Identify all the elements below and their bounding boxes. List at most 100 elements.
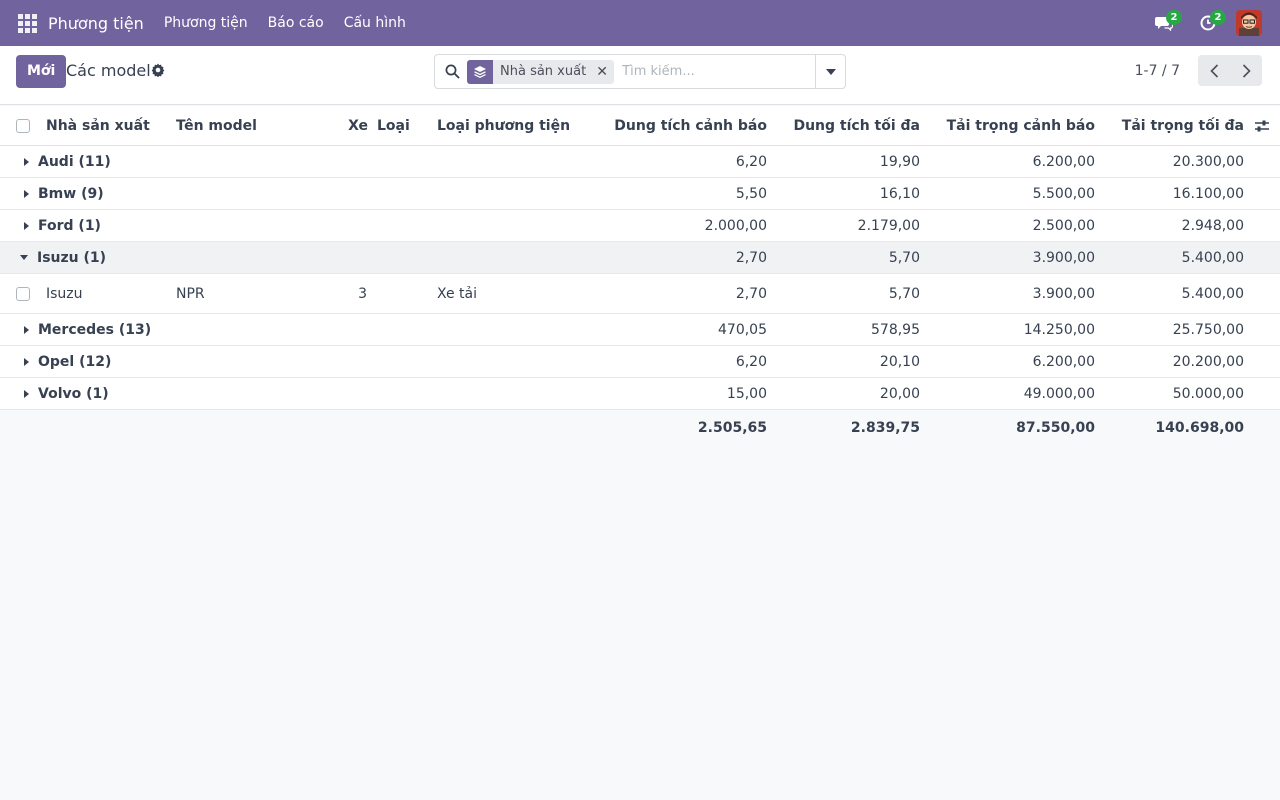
column-header-vehicles[interactable]: Xe: [330, 106, 368, 145]
group-max-capacity: 20,10: [879, 353, 920, 370]
caret-right-icon: [24, 157, 29, 166]
group-row-ford[interactable]: Ford (1) 2.000,00 2.179,00 2.500,00 2.94…: [0, 210, 1280, 242]
group-warning-load: 5.500,00: [1032, 185, 1095, 202]
cell-max-load: 5.400,00: [1181, 285, 1244, 302]
top-navbar: Phương tiện Phương tiện Báo cáo Cấu hình…: [0, 0, 1280, 46]
group-warning-load: 49.000,00: [1023, 385, 1095, 402]
caret-down-icon: [825, 68, 836, 75]
menu-vehicles[interactable]: Phương tiện: [164, 15, 248, 31]
caret-right-icon: [24, 389, 29, 398]
group-label: Opel (12): [38, 353, 112, 370]
group-row-audi[interactable]: Audi (11) 6,20 19,90 6.200,00 20.300,00: [0, 146, 1280, 178]
total-warning-load: 87.550,00: [1016, 420, 1095, 436]
group-warning-capacity: 6,20: [735, 353, 767, 370]
messages-badge: 2: [1166, 10, 1182, 25]
apps-menu-icon[interactable]: [0, 0, 54, 46]
column-header-type[interactable]: Loại: [377, 106, 410, 145]
group-label: Bmw (9): [38, 185, 104, 202]
caret-right-icon: [24, 357, 29, 366]
group-max-load: 16.100,00: [1172, 185, 1244, 202]
group-warning-capacity: 2.000,00: [704, 217, 767, 234]
group-row-volvo[interactable]: Volvo (1) 15,00 20,00 49.000,00 50.000,0…: [0, 378, 1280, 410]
search-options-toggle[interactable]: [815, 55, 845, 88]
pager-value[interactable]: 1-7 / 7: [1135, 63, 1180, 79]
gear-icon[interactable]: [151, 63, 165, 81]
group-warning-load: 14.250,00: [1023, 321, 1095, 338]
group-max-load: 20.300,00: [1172, 153, 1244, 170]
cell-vehicle-type: Xe tải: [437, 285, 477, 302]
layers-icon: [467, 59, 493, 84]
column-header-warning-load[interactable]: Tải trọng cảnh báo: [930, 106, 1095, 145]
messages-button[interactable]: 2: [1142, 0, 1186, 46]
group-max-capacity: 2.179,00: [857, 217, 920, 234]
group-warning-capacity: 6,20: [735, 153, 767, 170]
control-panel: Mới Các model Nhà sản xuất ✕ Tìm kiếm...…: [0, 46, 1280, 105]
pager-previous-button[interactable]: [1198, 55, 1230, 86]
new-button[interactable]: Mới: [16, 55, 67, 88]
group-label: Isuzu (1): [37, 249, 107, 266]
group-label: Audi (11): [38, 153, 111, 170]
column-header-model-name[interactable]: Tên model: [176, 106, 257, 145]
group-row-isuzu[interactable]: Isuzu (1) 2,70 5,70 3.900,00 5.400,00: [0, 242, 1280, 274]
group-max-load: 2.948,00: [1181, 217, 1244, 234]
group-warning-capacity: 5,50: [735, 185, 767, 202]
cell-vehicles: 3: [358, 285, 367, 302]
table-header: Nhà sản xuất Tên model Xe Loại Loại phươ…: [0, 106, 1280, 146]
group-warning-load: 3.900,00: [1032, 249, 1095, 266]
totals-row: 2.505,65 2.839,75 87.550,00 140.698,00: [0, 410, 1280, 446]
group-label: Ford (1): [38, 217, 101, 234]
chevron-right-icon: [1242, 63, 1251, 78]
group-warning-capacity: 2,70: [735, 249, 767, 266]
search-box: Nhà sản xuất ✕: [434, 54, 846, 89]
group-row-opel[interactable]: Opel (12) 6,20 20,10 6.200,00 20.200,00: [0, 346, 1280, 378]
group-warning-load: 6.200,00: [1032, 353, 1095, 370]
cell-model-name: NPR: [176, 285, 205, 302]
group-max-load: 50.000,00: [1172, 385, 1244, 402]
chevron-left-icon: [1209, 63, 1218, 78]
group-max-load: 20.200,00: [1172, 353, 1244, 370]
group-max-load: 25.750,00: [1172, 321, 1244, 338]
list-view-table: Nhà sản xuất Tên model Xe Loại Loại phươ…: [0, 106, 1280, 446]
caret-right-icon: [24, 221, 29, 230]
column-header-manufacturer[interactable]: Nhà sản xuất: [46, 106, 150, 145]
facet-label: Nhà sản xuất: [500, 64, 587, 79]
group-row-bmw[interactable]: Bmw (9) 5,50 16,10 5.500,00 16.100,00: [0, 178, 1280, 210]
column-header-max-capacity[interactable]: Dung tích tối đa: [790, 106, 920, 145]
group-row-mercedes[interactable]: Mercedes (13) 470,05 578,95 14.250,00 25…: [0, 314, 1280, 346]
activities-badge: 2: [1210, 10, 1226, 25]
column-header-warning-capacity[interactable]: Dung tích cảnh báo: [610, 106, 767, 145]
activities-button[interactable]: 2: [1186, 0, 1230, 46]
remove-facet-icon[interactable]: ✕: [594, 64, 614, 80]
search-input[interactable]: [622, 64, 823, 79]
group-max-capacity: 19,90: [879, 153, 920, 170]
group-max-load: 5.400,00: [1181, 249, 1244, 266]
cell-manufacturer: Isuzu: [46, 285, 83, 302]
group-warning-load: 2.500,00: [1032, 217, 1095, 234]
pager-next-button[interactable]: [1230, 55, 1262, 86]
search-icon[interactable]: [435, 55, 469, 88]
cell-warning-capacity: 2,70: [735, 285, 767, 302]
group-warning-capacity: 470,05: [718, 321, 767, 338]
cell-max-capacity: 5,70: [888, 285, 920, 302]
menu-configuration[interactable]: Cấu hình: [344, 15, 406, 31]
user-avatar[interactable]: [1236, 10, 1262, 36]
column-header-vehicle-type[interactable]: Loại phương tiện: [437, 106, 570, 145]
optional-columns-icon[interactable]: [1254, 106, 1270, 145]
caret-right-icon: [24, 325, 29, 334]
total-max-load: 140.698,00: [1155, 420, 1244, 436]
breadcrumb: Các model: [66, 61, 151, 80]
caret-right-icon: [24, 189, 29, 198]
menu-reports[interactable]: Báo cáo: [268, 15, 324, 31]
group-label: Mercedes (13): [38, 321, 152, 338]
group-max-capacity: 16,10: [879, 185, 920, 202]
group-max-capacity: 5,70: [888, 249, 920, 266]
total-max-capacity: 2.839,75: [850, 420, 920, 436]
select-all-checkbox[interactable]: [16, 118, 30, 133]
cell-warning-load: 3.900,00: [1032, 285, 1095, 302]
app-name[interactable]: Phương tiện: [48, 14, 144, 33]
group-warning-load: 6.200,00: [1032, 153, 1095, 170]
row-checkbox[interactable]: [16, 286, 30, 301]
group-warning-capacity: 15,00: [726, 385, 767, 402]
column-header-max-load[interactable]: Tải trọng tối đa: [1105, 106, 1244, 145]
table-row[interactable]: Isuzu NPR 3 Xe tải 2,70 5,70 3.900,00 5.…: [0, 274, 1280, 314]
